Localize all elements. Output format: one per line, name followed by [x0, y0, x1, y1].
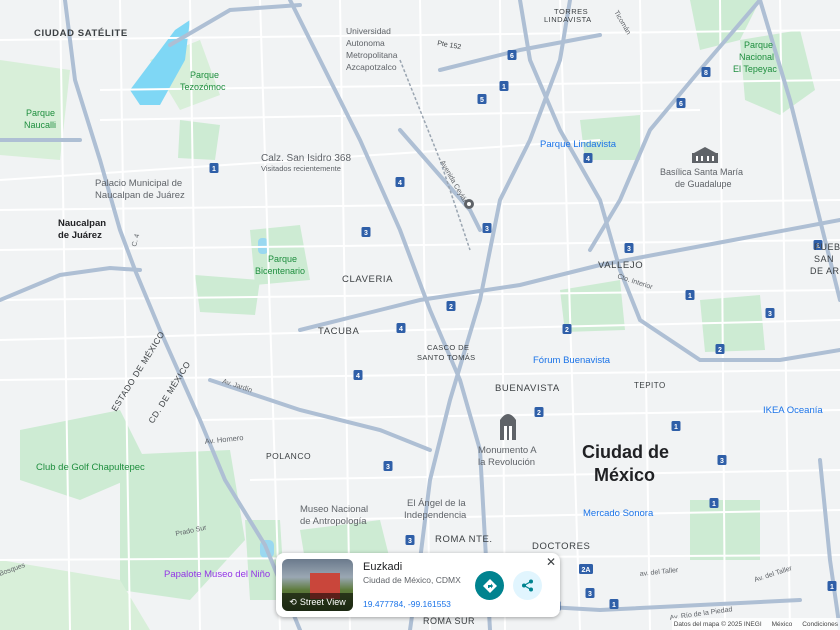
label-basilica-1: Basílica Santa María [660, 167, 743, 177]
label-pueb-1: PUEB [814, 242, 840, 252]
label-palacio-2: Naucalpan de Juárez [95, 190, 185, 201]
label-basilica-2: de Guadalupe [675, 179, 732, 189]
place-title: Euzkadi [363, 561, 403, 573]
place-coordinates[interactable]: 19.477784, -99.161553 [363, 599, 451, 609]
label-uam-1: Universidad [346, 26, 391, 36]
close-button[interactable]: ✕ [544, 555, 558, 569]
route-shield-number: 1 [212, 166, 216, 173]
label-parque-bicentenario-1: Parque [268, 254, 297, 264]
route-shield-number: 2 [718, 347, 722, 354]
street-view-badge[interactable]: ⟲ Street View [282, 593, 353, 611]
label-parque-bicentenario-2: Bicentenario [255, 266, 305, 276]
label-ciudad-satelite: CIUDAD SATÉLITE [34, 28, 128, 39]
label-uam-2: Autonoma [346, 38, 385, 48]
route-shield-number: 1 [612, 602, 616, 609]
label-naucalpan-1: Naucalpan [58, 218, 106, 229]
label-pueb-2: SAN [814, 254, 834, 264]
route-shield-number: 3 [364, 230, 368, 237]
label-papalote: Papalote Museo del Niño [164, 569, 270, 580]
label-museo-2: de Antropología [300, 516, 367, 527]
route-shield-number: 1 [674, 424, 678, 431]
route-shield-number: 3 [485, 226, 489, 233]
close-icon: ✕ [545, 555, 557, 569]
attribution-data: Datos del mapa © 2025 INEGI [673, 620, 762, 628]
label-ciudad-mexico-1: Ciudad de [582, 442, 669, 462]
monument-icon [500, 414, 516, 440]
route-shield-number: 1 [688, 293, 692, 300]
label-tacuba: TACUBA [318, 326, 359, 337]
label-mercado-sonora: Mercado Sonora [583, 508, 654, 519]
label-tepito: TEPITO [634, 381, 666, 390]
label-monumento-1: Monumento A [478, 445, 537, 456]
route-shield-number: 1 [712, 501, 716, 508]
route-shield-number: 4 [356, 373, 360, 380]
label-polanco: POLANCO [266, 451, 311, 461]
label-roma-nte: ROMA NTE. [435, 534, 493, 545]
label-ciudad-mexico-2: México [594, 465, 655, 485]
label-uam-3: Metropolitana [346, 50, 398, 60]
share-icon [522, 579, 533, 592]
label-ikea: IKEA Oceanía [763, 405, 823, 416]
route-shield-number: 3 [588, 591, 592, 598]
map-attribution: Datos del mapa © 2025 INEGI México Condi… [671, 618, 840, 630]
place-subtitle: Ciudad de México, CDMX [363, 575, 461, 585]
label-angel-1: El Ángel de la [407, 498, 466, 509]
route-shield-number: 1 [502, 84, 506, 91]
label-parque-tepeyac-2: Nacional [739, 52, 774, 62]
route-shield-number: 2 [537, 410, 541, 417]
label-naucalpan-2: de Juárez [58, 230, 102, 241]
label-parque-tepeyac-3: El Tepeyac [733, 64, 777, 74]
route-shield-number: 4 [399, 326, 403, 333]
label-roma-sur: ROMA SUR [423, 616, 475, 626]
route-shield-number: 6 [679, 101, 683, 108]
street-view-label: Street View [299, 597, 346, 607]
street-view-thumbnail[interactable]: ⟲ Street View [282, 559, 353, 611]
place-info-card[interactable]: ⟲ Street View Euzkadi Ciudad de México, … [276, 553, 560, 617]
label-parque-tepeyac-1: Parque [744, 40, 773, 50]
route-shield-number: 4 [586, 156, 590, 163]
route-shield-number: 2 [565, 327, 569, 334]
route-shield-number: 6 [510, 53, 514, 60]
label-torres-lindavista-2: LINDAVISTA [544, 15, 592, 24]
route-shield-number: 3 [720, 458, 724, 465]
label-doctores: DOCTORES [532, 541, 590, 552]
route-shield-number: 3 [768, 311, 772, 318]
label-palacio-1: Palacio Municipal de [95, 178, 182, 189]
label-vallejo: VALLEJO [598, 260, 643, 271]
route-shield-number: 8 [704, 70, 708, 77]
attribution-terms[interactable]: Condiciones [802, 621, 838, 628]
label-pueb-3: DE AR [810, 266, 840, 276]
route-shield-number: 3 [408, 538, 412, 545]
label-claveria: CLAVERIA [342, 274, 393, 285]
label-monumento-2: la Revolución [478, 457, 535, 468]
label-parque-lindavista: Parque Lindavista [540, 139, 617, 150]
label-club-golf: Club de Golf Chapultepec [36, 462, 145, 473]
label-parque-naucalli-1: Parque [26, 108, 55, 118]
directions-icon [482, 578, 497, 593]
label-angel-2: Independencia [404, 510, 467, 521]
attribution-country[interactable]: México [772, 621, 793, 628]
label-visitados: Visitados recientemente [261, 164, 341, 173]
route-shield-number: 1 [830, 584, 834, 591]
route-shield-number: 3 [627, 246, 631, 253]
route-shield-number: 2 [449, 304, 453, 311]
route-shield-number: 4 [398, 180, 402, 187]
map-canvas[interactable]: 86516443332224413123132A323111231 CIUDAD… [0, 0, 840, 630]
label-foro-buenavista: Fórum Buenavista [533, 355, 611, 366]
label-parque-naucalli-2: Naucalli [24, 120, 56, 130]
label-casco-2: SANTO TOMÁS [417, 353, 476, 362]
street-view-icon: ⟲ [289, 597, 297, 607]
route-shield-number: 3 [386, 464, 390, 471]
label-museo-1: Museo Nacional [300, 504, 368, 515]
label-buenavista: BUENAVISTA [495, 383, 560, 394]
route-shield-number: 2A [582, 567, 591, 574]
directions-button[interactable] [475, 571, 504, 600]
label-parque-tezozomoc-1: Parque [190, 70, 219, 80]
label-casco-1: CASCO DE [427, 343, 469, 352]
share-button[interactable] [513, 571, 542, 600]
label-uam-4: Azcapotzalco [346, 62, 397, 72]
label-san-isidro: Calz. San Isidro 368 [261, 153, 351, 164]
label-parque-tezozomoc-2: Tezozómoc [180, 82, 226, 92]
route-shield-number: 5 [480, 97, 484, 104]
